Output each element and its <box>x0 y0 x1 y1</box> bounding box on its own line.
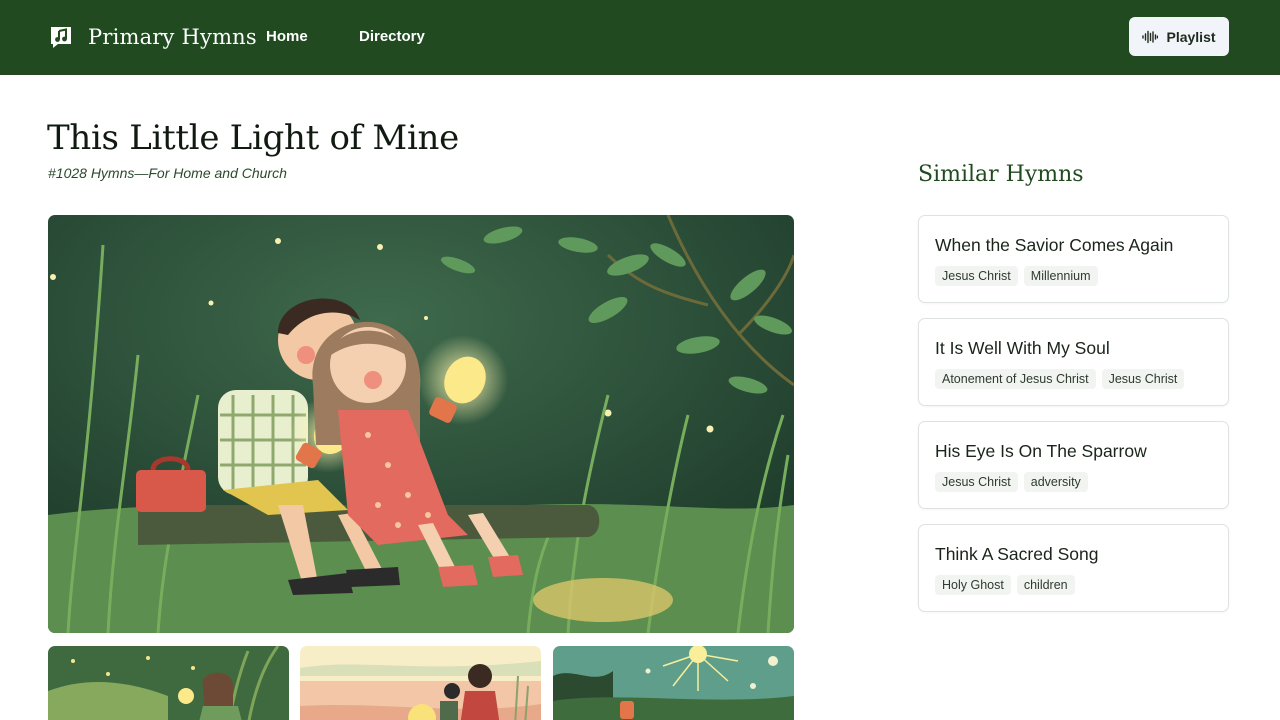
similar-hymn-card[interactable]: It Is Well With My Soul Atonement of Jes… <box>918 318 1229 406</box>
similar-hymns-list: When the Savior Comes Again Jesus Christ… <box>918 215 1229 627</box>
topic-tag[interactable]: Millennium <box>1023 266 1098 286</box>
topic-tag[interactable]: Jesus Christ <box>935 472 1018 492</box>
tag-list: Holy Ghost children <box>935 575 1212 595</box>
topic-tag[interactable]: Jesus Christ <box>1101 369 1185 389</box>
hymn-number-subtitle: #1028 Hymns—For Home and Church <box>48 165 287 181</box>
brand-name: Primary Hymns <box>88 25 257 49</box>
similar-hymn-card[interactable]: When the Savior Comes Again Jesus Christ… <box>918 215 1229 303</box>
hero-illustration <box>48 215 794 633</box>
similar-hymns-heading: Similar Hymns <box>918 162 1084 187</box>
gallery-thumbnail[interactable] <box>48 646 289 720</box>
nav-home-link[interactable]: Home <box>266 28 308 45</box>
similar-hymn-title[interactable]: When the Savior Comes Again <box>935 235 1212 256</box>
nav-directory-link[interactable]: Directory <box>359 28 425 45</box>
playlist-label: Playlist <box>1166 28 1216 45</box>
top-nav-bar: Primary Hymns Home Directory Playlist <box>0 0 1280 75</box>
similar-hymn-card[interactable]: Think A Sacred Song Holy Ghost children <box>918 524 1229 612</box>
playlist-button[interactable]: Playlist <box>1129 17 1229 56</box>
page-title: This Little Light of Mine <box>47 118 459 158</box>
tag-list: Jesus Christ adversity <box>935 472 1212 492</box>
tag-list: Atonement of Jesus Christ Jesus Christ <box>935 369 1212 389</box>
similar-hymn-title[interactable]: Think A Sacred Song <box>935 544 1212 565</box>
similar-hymn-card[interactable]: His Eye Is On The Sparrow Jesus Christ a… <box>918 421 1229 509</box>
similar-hymn-title[interactable]: His Eye Is On The Sparrow <box>935 441 1212 462</box>
audio-wave-icon <box>1142 30 1159 43</box>
tag-list: Jesus Christ Millennium <box>935 266 1212 286</box>
topic-tag[interactable]: children <box>1016 575 1075 595</box>
topic-tag[interactable]: Atonement of Jesus Christ <box>935 369 1096 389</box>
gallery-thumbnail[interactable] <box>300 646 541 720</box>
gallery-thumbnail[interactable] <box>553 646 794 720</box>
topic-tag[interactable]: Jesus Christ <box>935 266 1018 286</box>
music-note-icon <box>51 27 71 48</box>
topic-tag[interactable]: adversity <box>1023 472 1088 492</box>
similar-hymn-title[interactable]: It Is Well With My Soul <box>935 338 1212 359</box>
topic-tag[interactable]: Holy Ghost <box>935 575 1011 595</box>
brand-link[interactable]: Primary Hymns <box>48 20 257 54</box>
